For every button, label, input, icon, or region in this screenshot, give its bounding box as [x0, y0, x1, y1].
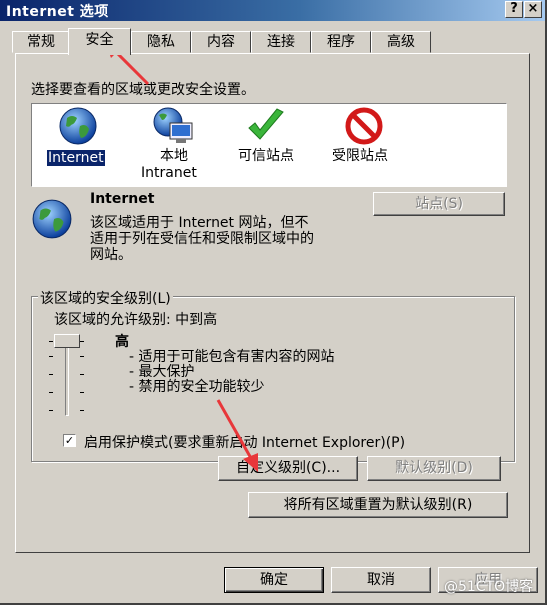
zone-list: Internet 本地 Intranet 可信站点 受限站点: [31, 103, 507, 187]
zone-label-local: 本地: [160, 148, 188, 164]
tab-advanced[interactable]: 高级: [371, 31, 431, 53]
slider-tick: [80, 341, 84, 342]
tab-programs[interactable]: 程序: [311, 31, 371, 53]
title-bar[interactable]: Internet 选项 ? ×: [0, 0, 545, 21]
watermark: @51CTO博客: [444, 579, 534, 595]
zone-name: Internet: [90, 191, 155, 207]
level-description-line-1: - 适用于可能包含有害内容的网站: [129, 349, 335, 365]
zone-label-internet: Internet: [46, 149, 106, 167]
zone-trusted-sites[interactable]: 可信站点: [230, 104, 308, 186]
zone-internet[interactable]: Internet: [42, 104, 112, 186]
level-description-line-3: - 禁用的安全功能较少: [129, 379, 265, 395]
allowed-levels: 该区域的允许级别: 中到高: [54, 312, 218, 328]
tab-connections[interactable]: 连接: [251, 31, 311, 53]
zone-label-intranet: Intranet: [141, 165, 197, 181]
tab-security[interactable]: 安全: [68, 28, 131, 55]
security-level-slider-track: [65, 338, 69, 416]
slider-tick: [49, 392, 53, 393]
cancel-button[interactable]: 取消: [331, 567, 431, 593]
zone-label-trusted: 可信站点: [238, 148, 294, 164]
ok-button[interactable]: 确定: [224, 567, 324, 593]
zone-label-restricted: 受限站点: [332, 148, 388, 164]
zone-description-line-1: 该区域适用于 Internet 网站，但不: [90, 215, 309, 231]
internet-options-dialog: Internet 选项 ? × 常规 安全 隐私 内容 连接 程序 高级 选择要…: [0, 0, 547, 605]
security-level-slider-thumb[interactable]: [54, 334, 80, 348]
security-level-title: 该区域的安全级别(L): [38, 288, 173, 308]
slider-tick: [49, 410, 53, 411]
help-button[interactable]: ?: [505, 1, 523, 18]
zone-local-intranet[interactable]: 本地 Intranet: [136, 104, 212, 186]
annotation-arrow-icon: [216, 399, 258, 472]
local-intranet-icon: [153, 107, 193, 143]
tab-general[interactable]: 常规: [12, 31, 70, 53]
zone-description-line-2: 适用于列在受信任和受限制区域中的: [90, 231, 314, 247]
slider-tick: [80, 374, 84, 375]
slider-tick: [80, 356, 84, 357]
sites-button[interactable]: 站点(S): [373, 192, 505, 216]
slider-tick: [80, 410, 84, 411]
level-description-line-2: - 最大保护: [129, 364, 195, 380]
slider-tick: [49, 341, 53, 342]
slider-tick: [49, 374, 53, 375]
tab-content[interactable]: 内容: [191, 31, 251, 53]
globe-icon: [32, 199, 72, 239]
zone-restricted-sites[interactable]: 受限站点: [326, 104, 404, 186]
level-name: 高: [115, 334, 129, 350]
reset-all-zones-button[interactable]: 将所有区域重置为默认级别(R): [248, 492, 508, 518]
restricted-icon: [345, 107, 383, 145]
zone-description-line-3: 网站。: [90, 247, 132, 263]
window-title: Internet 选项: [6, 4, 109, 20]
globe-icon: [59, 107, 97, 145]
checkmark-icon: [248, 108, 284, 140]
default-level-button[interactable]: 默认级别(D): [367, 456, 501, 481]
slider-tick: [49, 356, 53, 357]
close-button[interactable]: ×: [524, 1, 542, 18]
slider-tick: [80, 392, 84, 393]
protected-mode-checkbox[interactable]: ✓: [63, 434, 76, 447]
